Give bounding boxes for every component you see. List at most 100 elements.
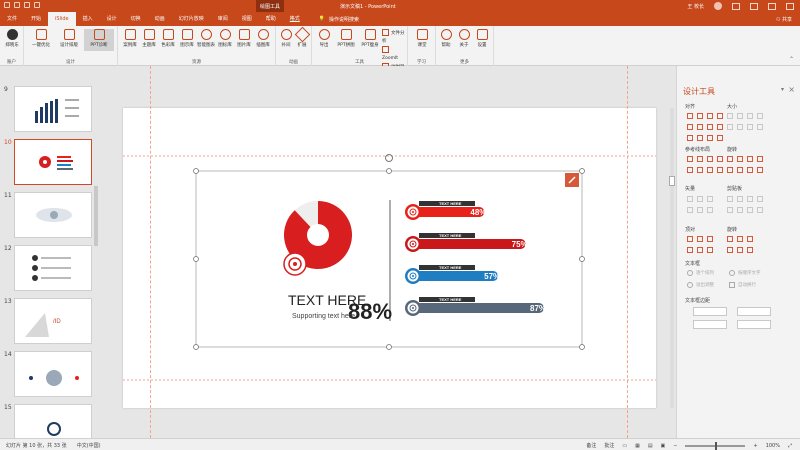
clipboard-icons[interactable] <box>727 196 763 202</box>
tab-insert[interactable]: 插入 <box>76 12 100 26</box>
present-icon[interactable] <box>34 2 40 8</box>
tab-file[interactable]: 文件 <box>0 12 24 26</box>
theme-library-button[interactable]: 主题库 <box>139 29 159 48</box>
about-button[interactable]: 关于 <box>454 29 474 48</box>
avatar[interactable] <box>714 2 722 10</box>
thumbnail-slide[interactable]: 11 <box>0 192 100 244</box>
bar-percent: 75% <box>512 240 528 249</box>
align-icons[interactable] <box>687 135 723 141</box>
tell-me-search[interactable]: 💡 操作说明搜索 <box>319 16 359 23</box>
tab-view[interactable]: 视图 <box>235 12 259 26</box>
reading-view-icon[interactable]: ▤ <box>648 443 653 449</box>
language-indicator[interactable]: 中文(中国) <box>77 442 101 449</box>
margin-top-input[interactable] <box>693 307 727 316</box>
smart-chart-button[interactable]: 智能图表 <box>196 29 216 48</box>
tab-islide[interactable]: iSlide <box>48 12 76 26</box>
save-icon[interactable] <box>4 2 10 8</box>
comments-button[interactable]: 批注 <box>604 442 614 449</box>
tab-transitions[interactable]: 切换 <box>124 12 148 26</box>
minimize-icon[interactable] <box>750 2 758 10</box>
margin-bottom-input[interactable] <box>693 320 727 329</box>
settings-button[interactable]: 设置 <box>472 29 492 48</box>
extend-button[interactable]: 扩展 <box>292 26 312 48</box>
align-icons[interactable] <box>687 113 723 119</box>
rotate-icons[interactable] <box>727 167 763 173</box>
vector-icons[interactable] <box>687 207 713 213</box>
notes-button[interactable]: 备注 <box>586 442 596 449</box>
image-library-button[interactable]: 图片库 <box>234 29 254 48</box>
option-arrange[interactable]: 逐个排列 <box>687 270 714 276</box>
icon-library-button[interactable]: 图标库 <box>215 29 235 48</box>
thumbnail-slide[interactable]: 15 <box>0 404 100 438</box>
user-name[interactable]: 王 校长 <box>687 3 704 10</box>
canvas-scrollbar[interactable] <box>670 108 674 408</box>
margin-right-input[interactable] <box>737 320 771 329</box>
clipboard-icons[interactable] <box>727 207 763 213</box>
align-icons[interactable] <box>687 124 723 130</box>
fit-slide-icon[interactable]: ⤢ <box>788 443 792 449</box>
sorter-view-icon[interactable]: ▦ <box>635 443 640 449</box>
thumbnail-slide[interactable]: 12 <box>0 245 100 297</box>
collapse-ribbon-icon[interactable]: ⌃ <box>789 56 794 63</box>
classroom-button[interactable]: 课堂 <box>412 29 432 48</box>
tab-help[interactable]: 帮助 <box>259 12 283 26</box>
ribbon-display-icon[interactable] <box>732 2 740 10</box>
case-library-button[interactable]: 案例库 <box>120 29 140 48</box>
option-wrap[interactable]: 自动换行 <box>729 282 756 288</box>
zoom-out-icon[interactable]: − <box>673 443 677 449</box>
thumbnail-slide[interactable]: 13 /ID <box>0 298 100 350</box>
close-pane-icon[interactable]: × <box>788 85 795 94</box>
gear-icon <box>476 29 488 40</box>
size-icons[interactable] <box>727 113 763 119</box>
rotate-2-icons[interactable] <box>727 247 753 253</box>
rotate-icons[interactable] <box>727 156 763 162</box>
zoom-level[interactable]: 100% <box>766 443 780 449</box>
size-icons[interactable] <box>727 124 763 130</box>
canvas-scroll-thumb[interactable] <box>669 176 675 186</box>
thumbnail-slide[interactable]: 14 <box>0 351 100 403</box>
pane-dropdown-icon[interactable]: ▾ <box>781 86 784 93</box>
close-icon[interactable] <box>786 2 794 10</box>
undo-icon[interactable] <box>14 2 20 8</box>
diagram-library-button[interactable]: 图示库 <box>177 29 197 48</box>
thumbnail-slide-selected[interactable]: 10 <box>0 139 100 191</box>
ppt-puzzle-button[interactable]: PPT拼图 <box>334 29 358 48</box>
top-align-icons[interactable] <box>687 236 713 242</box>
ppt-slim-button[interactable]: PPT瘦身 <box>358 29 382 48</box>
one-click-optimize-button[interactable]: 一键优化 <box>28 29 54 48</box>
top-align-icons[interactable] <box>687 247 713 253</box>
redo-icon[interactable] <box>24 2 30 8</box>
guide-icons[interactable] <box>687 156 723 162</box>
design-layout-button[interactable]: 设计排版 <box>56 29 82 48</box>
zoom-in-icon[interactable]: + <box>753 443 757 449</box>
tab-home[interactable]: 开始 <box>24 12 48 26</box>
export-button[interactable]: 导出 <box>314 29 334 48</box>
margin-left-input[interactable] <box>737 307 771 316</box>
vector-icons[interactable] <box>687 196 713 202</box>
tab-design[interactable]: 设计 <box>100 12 124 26</box>
rotate-2-icons[interactable] <box>727 236 753 242</box>
share-button[interactable]: ⚇ 共享 <box>776 16 792 23</box>
slideshow-view-icon[interactable]: ▣ <box>661 443 666 449</box>
ppt-diagnose-button[interactable]: PPT诊断 <box>84 29 114 51</box>
option-order-text[interactable]: 按顺序文字 <box>729 270 761 276</box>
color-library-button[interactable]: 色彩库 <box>158 29 178 48</box>
thumbnail-scrollbar[interactable] <box>94 186 98 246</box>
tab-animations[interactable]: 动画 <box>148 12 172 26</box>
illustration-library-button[interactable]: 插图库 <box>253 29 273 48</box>
option-overflow[interactable]: 溢出调整 <box>687 282 714 288</box>
tool-context-label: 绘图工具 <box>256 0 285 12</box>
zoom-slider[interactable] <box>685 441 746 450</box>
tab-format[interactable]: 格式 <box>282 12 307 26</box>
optimize-icon <box>35 29 47 40</box>
tab-review[interactable]: 审阅 <box>211 12 235 26</box>
account-button[interactable]: 郑晓东 <box>2 29 22 48</box>
normal-view-icon[interactable]: ▭ <box>622 443 627 449</box>
file-analysis-button[interactable]: 文件分析 <box>382 29 407 46</box>
guide-icons[interactable] <box>687 167 723 173</box>
thumbnail-slide[interactable]: 9 <box>0 86 100 138</box>
section-guide-layout: 参考线布局 <box>685 147 711 153</box>
maximize-icon[interactable] <box>768 2 776 10</box>
help-button[interactable]: 帮助 <box>436 29 456 48</box>
tab-slideshow[interactable]: 幻灯片放映 <box>172 12 211 26</box>
